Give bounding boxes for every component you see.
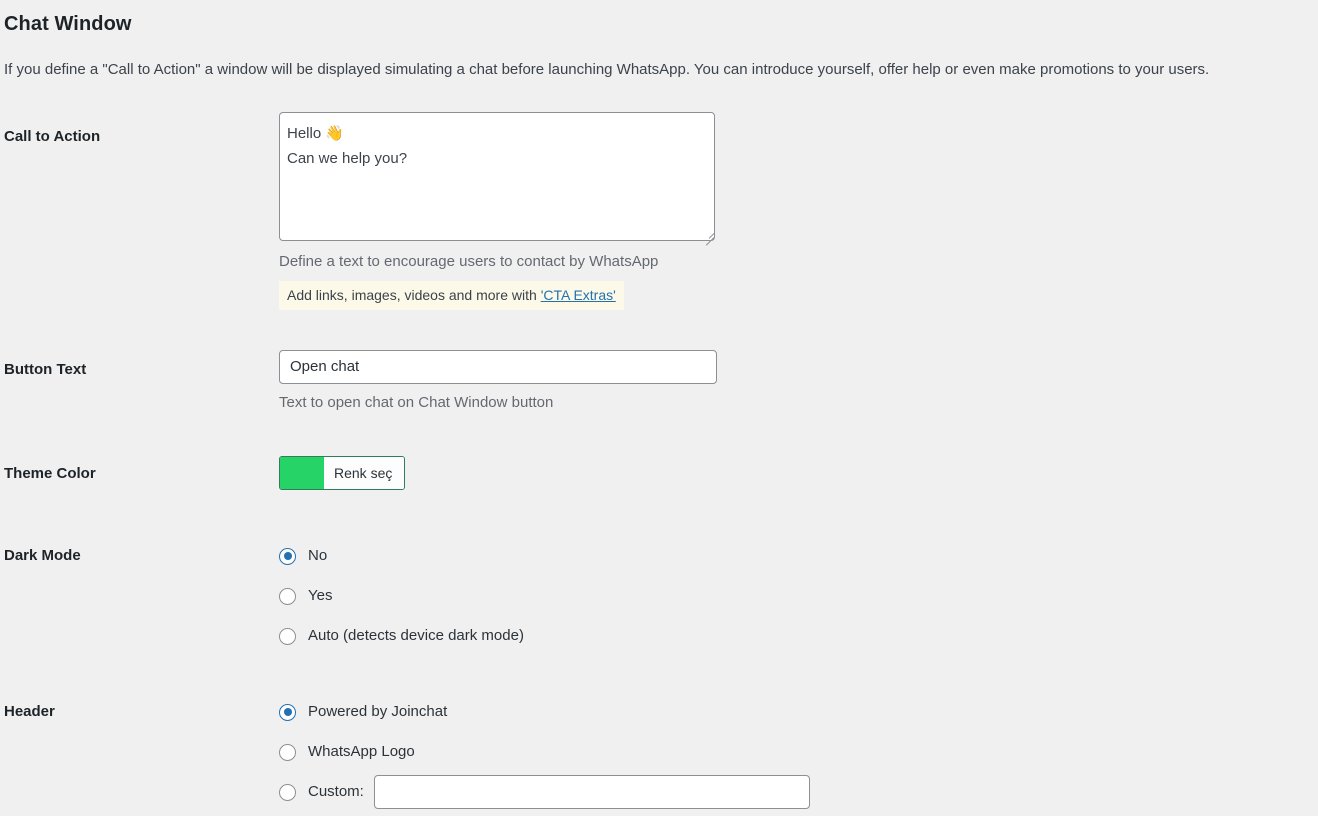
radio-option-header-custom[interactable]: Custom: [279, 772, 810, 812]
cta-extras-link[interactable]: 'CTA Extras' [541, 287, 616, 303]
call-to-action-textarea-wrap: Hello 👋 Can we help you? [279, 112, 717, 246]
radio-option-dark-mode-yes[interactable]: Yes [279, 576, 524, 616]
settings-page: Chat Window If you define a "Call to Act… [0, 0, 1318, 816]
header-radio-group: Powered by Joinchat WhatsApp Logo Custom… [279, 692, 810, 812]
radio-label: Yes [308, 587, 333, 604]
radio-option-dark-mode-no[interactable]: No [279, 536, 524, 576]
call-to-action-help-text: Define a text to encourage users to cont… [279, 253, 659, 270]
theme-color-picker-button[interactable]: Renk seç [279, 456, 406, 490]
radio-icon[interactable] [279, 627, 296, 645]
header-custom-input[interactable] [373, 775, 810, 809]
button-text-input[interactable] [279, 350, 717, 384]
dark-mode-radio-group: No Yes Auto (detects device dark mode) [279, 536, 524, 656]
button-text-label: Button Text [4, 361, 87, 378]
dark-mode-label: Dark Mode [4, 547, 81, 564]
radio-label: WhatsApp Logo [308, 743, 415, 760]
section-description: If you define a "Call to Action" a windo… [4, 61, 1210, 78]
button-text-field-group: Text to open chat on Chat Window button [279, 350, 717, 414]
theme-color-label: Theme Color [4, 465, 96, 482]
theme-color-field-group: Renk seç [279, 456, 406, 494]
radio-icon[interactable] [279, 743, 296, 761]
header-label: Header [4, 703, 55, 720]
call-to-action-textarea[interactable]: Hello 👋 Can we help you? [279, 112, 715, 241]
radio-label: Auto (detects device dark mode) [308, 627, 524, 644]
radio-option-header-whatsapp-logo[interactable]: WhatsApp Logo [279, 732, 810, 772]
call-to-action-label: Call to Action [4, 128, 101, 145]
page-title: Chat Window [4, 13, 132, 35]
radio-label: Custom: [308, 783, 364, 800]
radio-label: Powered by Joinchat [308, 703, 448, 720]
radio-icon[interactable] [279, 587, 296, 605]
theme-color-picker-label: Renk seç [324, 457, 405, 489]
theme-color-swatch [280, 457, 324, 489]
radio-icon[interactable] [279, 547, 296, 565]
radio-label: No [308, 547, 328, 564]
button-text-help-text: Text to open chat on Chat Window button [279, 394, 554, 411]
radio-icon[interactable] [279, 783, 296, 801]
radio-icon[interactable] [279, 703, 296, 721]
call-to-action-field-group: Hello 👋 Can we help you? Define a text t… [279, 112, 717, 310]
cta-extras-tip: Add links, images, videos and more with … [279, 281, 624, 310]
cta-extras-tip-text: Add links, images, videos and more with [287, 287, 541, 303]
radio-option-dark-mode-auto[interactable]: Auto (detects device dark mode) [279, 616, 524, 656]
radio-option-header-powered-by-joinchat[interactable]: Powered by Joinchat [279, 692, 810, 732]
